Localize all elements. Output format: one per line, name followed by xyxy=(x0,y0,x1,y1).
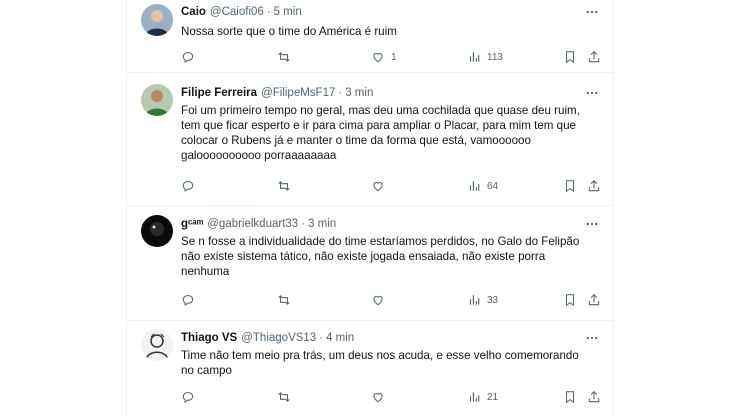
person-photo-icon xyxy=(141,4,173,36)
retweet-button[interactable] xyxy=(277,177,297,195)
more-options-icon[interactable] xyxy=(583,3,601,21)
reply-icon xyxy=(182,392,194,403)
more-options-icon[interactable] xyxy=(583,329,601,347)
sketch-avatar-icon xyxy=(141,329,173,361)
share-button[interactable] xyxy=(587,291,601,309)
avatar[interactable] xyxy=(141,215,173,247)
view-count: 64 xyxy=(487,180,499,192)
bookmark-icon xyxy=(565,180,575,193)
share-icon xyxy=(588,180,600,192)
like-count: 1 xyxy=(391,51,397,63)
reply-icon xyxy=(182,181,194,192)
share-icon xyxy=(588,391,600,403)
tweet[interactable]: gᶜᵃᵐ @gabrielkduart33 · 3 min Se n fosse… xyxy=(127,206,613,321)
tweet[interactable]: Filipe Ferreira @FilipeMsF17 · 3 min Foi… xyxy=(127,73,613,206)
author-name[interactable]: Thiago VS xyxy=(181,332,237,344)
author-name[interactable]: gᶜᵃᵐ xyxy=(181,218,203,230)
heart-icon xyxy=(373,296,383,306)
heart-icon xyxy=(373,393,383,403)
share-icon xyxy=(588,51,600,63)
avatar[interactable] xyxy=(141,84,173,116)
reply-button[interactable] xyxy=(181,388,201,406)
timestamp[interactable]: 5 min xyxy=(274,6,302,18)
timestamp[interactable]: 3 min xyxy=(345,87,373,99)
avatar[interactable] xyxy=(141,4,173,36)
views-button[interactable]: 33 xyxy=(467,291,498,309)
person-photo-icon xyxy=(141,84,173,116)
tweet-actions: 21 xyxy=(177,388,607,406)
tweet-actions: 33 xyxy=(177,291,607,309)
reply-icon xyxy=(182,295,194,306)
bookmark-button[interactable] xyxy=(563,48,577,66)
retweet-icon xyxy=(278,295,290,305)
tweet-actions: 1 113 xyxy=(177,48,607,66)
views-button[interactable]: 21 xyxy=(467,388,498,406)
views-icon xyxy=(469,392,480,402)
reply-icon xyxy=(182,52,194,63)
bookmark-icon xyxy=(565,391,575,404)
bookmark-button[interactable] xyxy=(563,177,577,195)
retweet-button[interactable] xyxy=(277,388,297,406)
share-button[interactable] xyxy=(587,388,601,406)
bookmark-icon xyxy=(565,51,575,64)
author-handle[interactable]: @gabrielkduart33 xyxy=(207,218,298,230)
tweet-text: Time não tem meio pra trás, um deus nos … xyxy=(181,349,579,377)
tweet-text: Foi um primeiro tempo no geral, mas deu … xyxy=(181,104,580,162)
bookmark-button[interactable] xyxy=(563,388,577,406)
separator: · xyxy=(319,332,324,344)
author-handle[interactable]: @ThiagoVS13 xyxy=(241,332,316,344)
more-options-icon[interactable] xyxy=(583,215,601,233)
view-count: 33 xyxy=(487,294,499,306)
retweet-icon xyxy=(278,392,290,402)
like-button[interactable] xyxy=(371,177,391,195)
views-button[interactable]: 113 xyxy=(467,48,503,66)
tweet[interactable]: Thiago VS @ThiagoVS13 · 4 min Time não t… xyxy=(127,321,613,416)
tweet[interactable]: Caio @Caiofi06 · 5 min Nossa sorte que o… xyxy=(127,0,613,73)
heart-icon xyxy=(373,182,383,192)
heart-icon xyxy=(373,53,383,63)
views-icon xyxy=(469,52,480,62)
more-options-icon[interactable] xyxy=(583,84,601,102)
separator: · xyxy=(266,6,271,18)
views-icon xyxy=(469,295,480,305)
tweet-text: Nossa sorte que o time do América é ruim xyxy=(181,25,397,38)
reply-button[interactable] xyxy=(181,291,201,309)
share-button[interactable] xyxy=(587,177,601,195)
bookmark-icon xyxy=(565,294,575,307)
like-button[interactable] xyxy=(371,388,391,406)
reply-button[interactable] xyxy=(181,48,201,66)
separator: · xyxy=(301,218,306,230)
views-icon xyxy=(469,181,480,191)
bookmark-button[interactable] xyxy=(563,291,577,309)
author-name[interactable]: Filipe Ferreira xyxy=(181,87,257,99)
view-count: 21 xyxy=(487,391,499,403)
timestamp[interactable]: 4 min xyxy=(326,332,354,344)
views-button[interactable]: 64 xyxy=(467,177,498,195)
share-button[interactable] xyxy=(587,48,601,66)
dark-avatar-icon xyxy=(141,215,173,247)
reply-button[interactable] xyxy=(181,177,201,195)
author-handle[interactable]: @FilipeMsF17 xyxy=(261,87,335,99)
share-icon xyxy=(588,294,600,306)
retweet-icon xyxy=(278,181,290,191)
author-handle[interactable]: @Caiofi06 xyxy=(210,6,264,18)
retweet-button[interactable] xyxy=(277,48,297,66)
separator: · xyxy=(338,87,343,99)
view-count: 113 xyxy=(487,51,503,63)
retweet-button[interactable] xyxy=(277,291,297,309)
avatar[interactable] xyxy=(141,329,173,361)
like-button[interactable] xyxy=(371,291,391,309)
retweet-icon xyxy=(278,52,290,62)
timeline-feed: Caio @Caiofi06 · 5 min Nossa sorte que o… xyxy=(126,0,614,416)
timestamp[interactable]: 3 min xyxy=(308,218,336,230)
author-name[interactable]: Caio xyxy=(181,6,206,18)
tweet-actions: 64 xyxy=(177,177,607,195)
tweet-text: Se n fosse a individualidade do time est… xyxy=(181,235,580,278)
like-button[interactable]: 1 xyxy=(371,48,397,66)
